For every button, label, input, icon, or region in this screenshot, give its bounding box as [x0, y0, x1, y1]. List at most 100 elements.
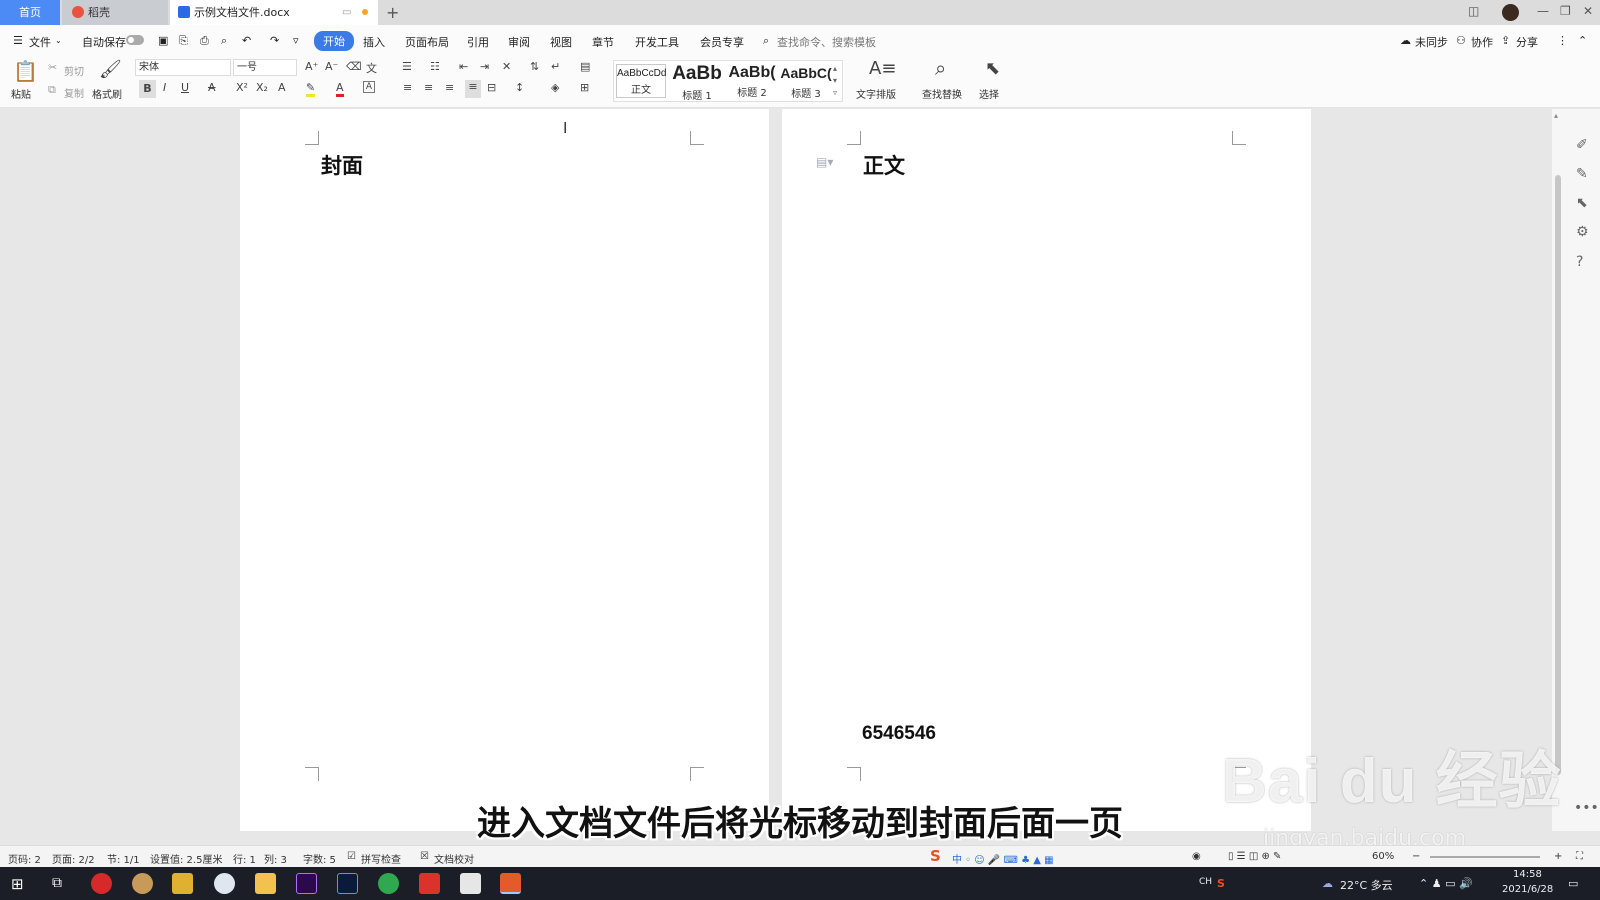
- font-size-select[interactable]: 一号: [233, 59, 297, 76]
- status-row[interactable]: 行: 1: [233, 851, 256, 866]
- table-tools-icon[interactable]: ▤: [580, 60, 590, 73]
- cut-label[interactable]: 剪切: [64, 63, 84, 78]
- bullet-list-icon[interactable]: ☰: [402, 60, 412, 73]
- sidebar-edit-icon[interactable]: ✎: [1576, 166, 1588, 182]
- text-effect-icon[interactable]: A: [278, 81, 286, 94]
- tab-view[interactable]: 视图: [550, 34, 572, 50]
- minimize-icon[interactable]: —: [1537, 4, 1549, 18]
- clock-date[interactable]: 2021/6/28: [1502, 884, 1553, 895]
- page-2[interactable]: ▤▾ 正文 6546546: [782, 109, 1311, 831]
- cut-icon[interactable]: ✂: [48, 61, 57, 74]
- collapse-ribbon-icon[interactable]: ⌃: [1578, 34, 1587, 47]
- phonetic-icon[interactable]: 文: [366, 60, 377, 76]
- find-replace-icon[interactable]: ⌕: [935, 56, 946, 80]
- align-right-icon[interactable]: ≡: [445, 81, 454, 94]
- app-avatar-icon[interactable]: [132, 873, 153, 894]
- tab-document[interactable]: 示例文档文件.docx ▭: [170, 0, 378, 25]
- style-normal[interactable]: AaBbCcDd 正文: [616, 64, 666, 98]
- sidebar-style-icon[interactable]: ✐: [1576, 137, 1588, 153]
- zoom-in-icon[interactable]: +: [1554, 851, 1562, 862]
- grow-font-icon[interactable]: A⁺: [305, 60, 318, 73]
- export-icon[interactable]: ⎘: [179, 34, 188, 48]
- status-page-code[interactable]: 页码: 2: [8, 851, 41, 866]
- photoshop-icon[interactable]: [337, 873, 358, 894]
- print-preview-icon[interactable]: ⌕: [221, 34, 227, 48]
- distribute-icon[interactable]: ⊟: [487, 81, 496, 94]
- increase-indent-icon[interactable]: ⇥: [480, 60, 489, 73]
- status-col[interactable]: 列: 3: [264, 851, 287, 866]
- show-marks-icon[interactable]: ↵: [551, 60, 560, 73]
- align-left-icon[interactable]: ≡: [403, 81, 412, 94]
- chevron-down-icon[interactable]: ⌄: [55, 36, 62, 45]
- underline-icon[interactable]: U: [181, 81, 189, 94]
- format-painter-icon[interactable]: 🖌: [99, 59, 122, 80]
- doc-check-button[interactable]: 文档校对: [434, 851, 474, 866]
- status-setting[interactable]: 设置值: 2.5厘米: [150, 851, 222, 866]
- select-icon[interactable]: ⬉: [985, 58, 1000, 79]
- netease-music-icon[interactable]: [91, 873, 112, 894]
- zoom-level[interactable]: 60%: [1372, 851, 1394, 862]
- zoom-out-icon[interactable]: −: [1412, 851, 1420, 862]
- tray-icons[interactable]: ⌃ ♟ ▭ 🔊: [1419, 877, 1473, 890]
- wps-writer-taskbar-icon[interactable]: [500, 873, 521, 894]
- paragraph-handle-icon[interactable]: ▤▾: [816, 155, 833, 169]
- premiere-icon[interactable]: [296, 873, 317, 894]
- style-heading-1[interactable]: AaBb 标题 1: [670, 63, 724, 102]
- close-icon[interactable]: ✕: [1583, 4, 1593, 18]
- chrome-icon[interactable]: [378, 873, 399, 894]
- status-section[interactable]: 节: 1/1: [107, 851, 140, 866]
- view-mode-icons[interactable]: ▯ ☰ ◫ ⊕ ✎: [1228, 851, 1281, 862]
- windows-start-icon[interactable]: ⊞: [11, 875, 24, 893]
- tab-insert[interactable]: 插入: [363, 34, 385, 50]
- window-layout-icon[interactable]: ◫: [1468, 4, 1479, 18]
- hamburger-icon[interactable]: ☰: [13, 34, 23, 47]
- style-heading-2[interactable]: AaBb( 标题 2: [726, 64, 778, 99]
- find-replace-label[interactable]: 查找替换: [922, 86, 962, 101]
- copy-icon[interactable]: ⧉: [48, 83, 56, 97]
- tab-member[interactable]: 会员专享: [700, 34, 744, 50]
- style-heading-3[interactable]: AaBbC( 标题 3: [780, 65, 832, 100]
- redo-icon[interactable]: ↷: [270, 34, 279, 47]
- weather-text[interactable]: 22°C 多云: [1340, 877, 1393, 893]
- menu-file[interactable]: 文件: [29, 34, 51, 50]
- tab-layout[interactable]: 页面布局: [405, 34, 449, 50]
- scroll-up-icon[interactable]: ▴: [1554, 111, 1558, 120]
- wps-icon[interactable]: [419, 873, 440, 894]
- autosave-toggle[interactable]: [126, 35, 144, 45]
- numbered-list-icon[interactable]: ☷: [430, 60, 440, 73]
- paste-icon[interactable]: 📋: [13, 59, 38, 83]
- highlight-icon[interactable]: ✎: [306, 81, 316, 97]
- input-lang[interactable]: CH: [1199, 877, 1212, 887]
- sort-icon[interactable]: ⇅: [530, 60, 539, 73]
- font-name-select[interactable]: 宋体: [135, 59, 231, 76]
- app-a-icon[interactable]: [214, 873, 235, 894]
- command-search-input[interactable]: 查找命令、搜索模板: [777, 34, 876, 50]
- ime-chinese-icon[interactable]: 中 ◦ ☺ 🎤 ⌨ ♣ ▲ ▦: [952, 851, 1054, 866]
- sidebar-settings-icon[interactable]: ⚙: [1576, 224, 1589, 240]
- vertical-scrollbar[interactable]: [1555, 175, 1561, 775]
- shading-icon[interactable]: ◈: [551, 81, 559, 94]
- calendar-app-icon[interactable]: [172, 873, 193, 894]
- quick-access-more-icon[interactable]: ▿: [293, 34, 299, 47]
- font-color-icon[interactable]: A: [336, 81, 344, 97]
- clock-time[interactable]: 14:58: [1513, 869, 1542, 880]
- paste-label[interactable]: 粘贴: [11, 86, 31, 101]
- fullscreen-icon[interactable]: ⛶: [1576, 851, 1583, 862]
- page-1[interactable]: 封面: [240, 109, 769, 831]
- tab-daoke[interactable]: 稻壳: [62, 0, 168, 25]
- sidebar-select-icon[interactable]: ⬉: [1576, 195, 1588, 211]
- superscript-icon[interactable]: X²: [236, 81, 248, 94]
- status-word-count[interactable]: 字数: 5: [303, 851, 336, 866]
- borders-icon[interactable]: ⊞: [580, 81, 589, 94]
- save-icon[interactable]: ▣: [158, 34, 168, 47]
- restore-icon[interactable]: ❐: [1560, 4, 1571, 18]
- eye-protection-icon[interactable]: ◉: [1192, 851, 1201, 862]
- tab-start[interactable]: 开始: [314, 31, 354, 51]
- text-layout-label[interactable]: 文字排版: [856, 86, 896, 101]
- justify-icon[interactable]: ≡: [465, 80, 481, 98]
- strikethrough-icon[interactable]: A: [208, 81, 216, 94]
- share-button[interactable]: 分享: [1516, 34, 1538, 50]
- tab-monitor-icon[interactable]: ▭: [342, 0, 351, 25]
- bold-icon[interactable]: B: [139, 80, 156, 98]
- select-label[interactable]: 选择: [979, 86, 999, 101]
